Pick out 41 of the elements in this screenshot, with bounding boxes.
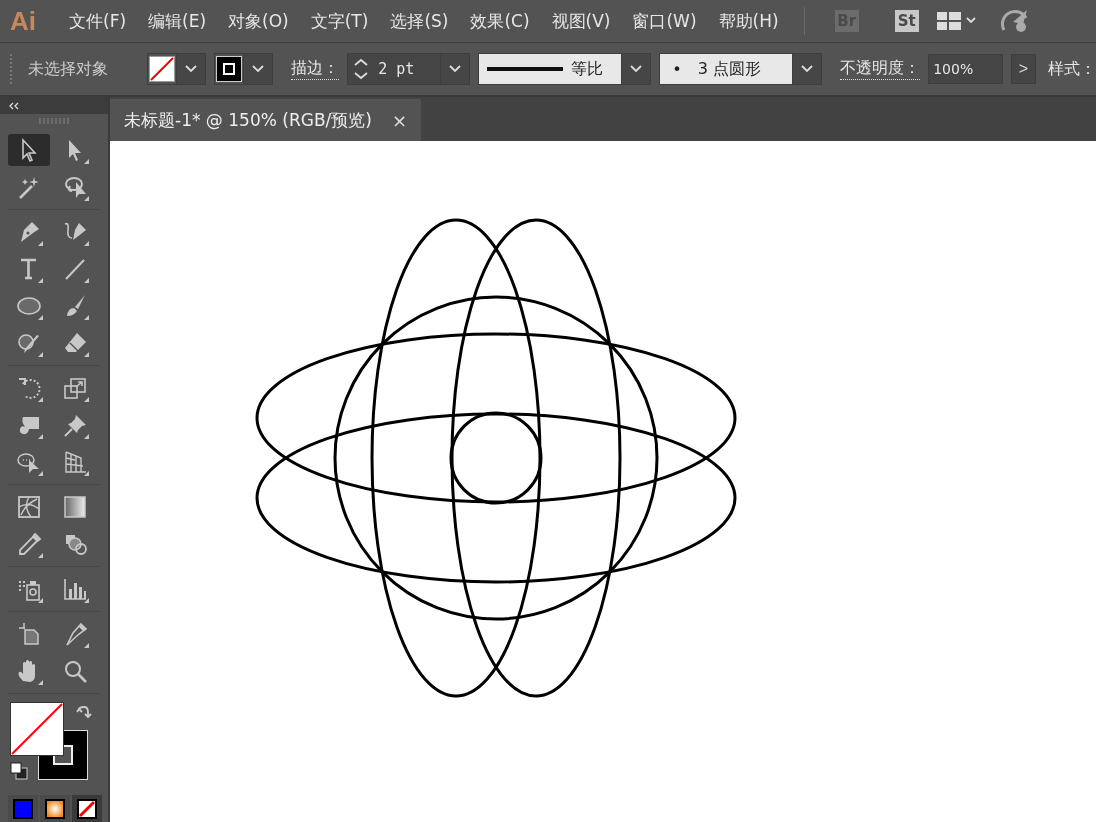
opacity-link[interactable]: 不透明度：: [840, 58, 921, 80]
no-fill-swatch-icon: [149, 56, 176, 82]
workspace-layout-icon[interactable]: [936, 11, 977, 31]
menu-item[interactable]: 效果(C): [461, 5, 539, 37]
brush-dropdown[interactable]: • 3 点圆形: [659, 53, 823, 85]
stock-button[interactable]: St: [894, 10, 919, 32]
menu-item[interactable]: 帮助(H): [709, 5, 788, 37]
more-button[interactable]: >: [1010, 54, 1036, 84]
swap-arrows-icon[interactable]: [76, 703, 92, 720]
selection-status: 未选择对象: [26, 58, 109, 80]
caret-icon: [449, 65, 462, 73]
caret-icon: [630, 65, 643, 73]
default-colors-icon[interactable]: [10, 761, 28, 780]
menu-item[interactable]: 文字(T): [301, 5, 378, 37]
opacity-field[interactable]: 100%: [928, 54, 1003, 84]
fill-swatch[interactable]: [10, 701, 64, 756]
caret-icon: [252, 65, 265, 73]
stroke-weight-field[interactable]: 2 pt: [347, 53, 471, 85]
close-tab-button[interactable]: ×: [391, 109, 407, 131]
menu-item[interactable]: 窗口(W): [623, 5, 706, 37]
color-mode-button[interactable]: [8, 795, 38, 822]
caret-icon: [185, 65, 198, 73]
menu-item[interactable]: 编辑(E): [139, 5, 216, 37]
caret-icon: [801, 65, 814, 73]
menu-item[interactable]: 选择(S): [381, 5, 458, 37]
document-tab[interactable]: 未标题-1* @ 150% (RGB/预览) ×: [110, 99, 421, 141]
stroke-selector[interactable]: [214, 53, 274, 85]
stroke-profile-dropdown[interactable]: 等比: [478, 53, 652, 85]
collapse-icon[interactable]: [8, 101, 20, 110]
stroke-link[interactable]: 描边：: [291, 58, 340, 80]
app-logo: Ai: [10, 5, 36, 37]
menu-item[interactable]: 对象(O): [219, 5, 298, 37]
menu-item[interactable]: 文件(F): [60, 5, 136, 37]
menu-item[interactable]: 视图(V): [542, 5, 620, 37]
gradient-mode-button[interactable]: [40, 795, 70, 822]
grip-icon[interactable]: [39, 118, 69, 125]
stroke-swatch-icon: [216, 56, 243, 82]
fill-selector[interactable]: [147, 53, 207, 85]
tool-button[interactable]: [8, 133, 50, 166]
style-label: 样式：: [1048, 58, 1096, 80]
none-mode-button[interactable]: [72, 795, 102, 822]
